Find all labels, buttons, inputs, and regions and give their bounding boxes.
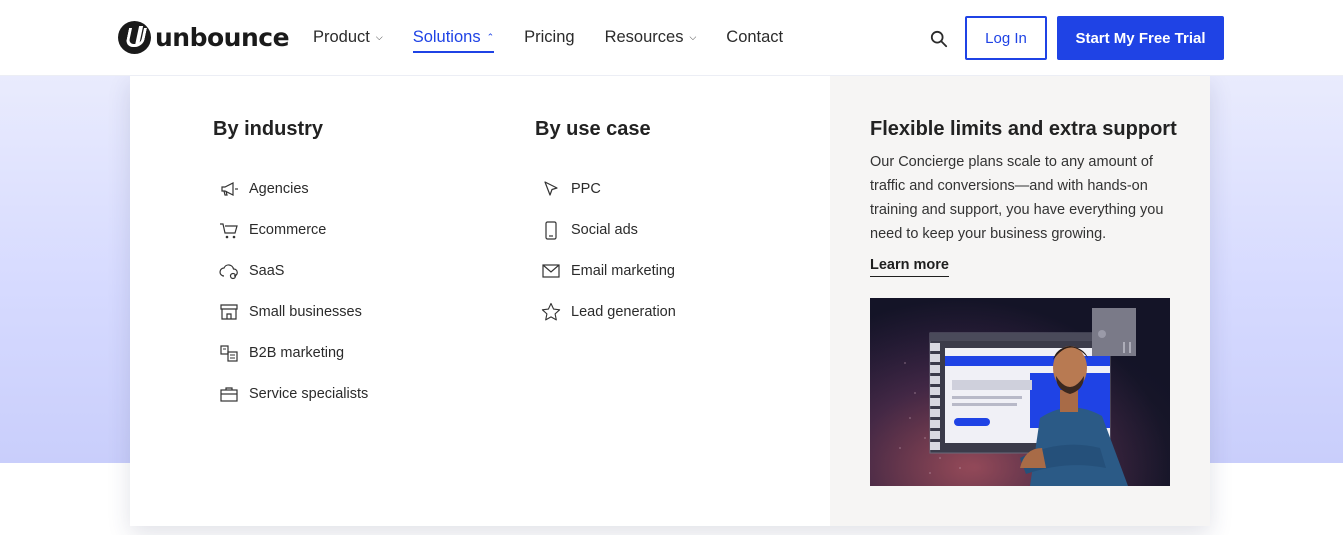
menu-item-service-specialists[interactable]: Service specialists	[213, 373, 368, 414]
star-icon	[541, 302, 561, 322]
brand-name: unbounce	[155, 22, 290, 52]
nav-pricing[interactable]: Pricing	[524, 26, 574, 48]
by-industry-heading: By industry	[213, 118, 324, 140]
menu-item-label: B2B marketing	[249, 344, 345, 361]
start-free-trial-button[interactable]: Start My Free Trial	[1057, 16, 1224, 60]
menu-item-label: SaaS	[249, 262, 285, 279]
chevron-up-icon: ⌃	[486, 31, 495, 42]
menu-item-small-businesses[interactable]: Small businesses	[213, 291, 368, 332]
menu-item-social-ads[interactable]: Social ads	[535, 209, 676, 250]
site-header: unbounce Product ⌵ Solutions ⌃ Pricing R…	[0, 0, 1343, 76]
learn-more-link[interactable]: Learn more	[870, 257, 949, 277]
menu-item-label: Small businesses	[249, 303, 362, 320]
menu-item-email-marketing[interactable]: Email marketing	[535, 250, 676, 291]
buildings-icon	[219, 343, 239, 363]
promo-title: Flexible limits and extra support	[870, 118, 1177, 140]
nav-product-label: Product	[313, 27, 370, 46]
nav-contact[interactable]: Contact	[726, 26, 783, 48]
cart-icon	[219, 220, 239, 240]
promo-description: Our Concierge plans scale to any amount …	[870, 154, 1164, 242]
storefront-icon	[219, 302, 239, 322]
menu-item-agencies[interactable]: Agencies	[213, 168, 368, 209]
megaphone-icon	[219, 179, 239, 199]
menu-item-label: Ecommerce	[249, 221, 327, 238]
by-industry-column: By industry Agencies Ecommerce SaaS Smal…	[213, 118, 368, 414]
unbounce-logo[interactable]: unbounce	[118, 20, 290, 54]
briefcase-icon	[219, 384, 239, 404]
menu-item-label: Agencies	[249, 180, 309, 197]
menu-item-label: Social ads	[571, 221, 638, 238]
chevron-down-icon: ⌵	[689, 31, 697, 42]
promo-image	[870, 298, 1170, 486]
menu-item-label: Service specialists	[249, 385, 369, 402]
nav-resources-label: Resources	[604, 27, 684, 46]
nav-product[interactable]: Product ⌵	[313, 26, 383, 48]
nav-pricing-label: Pricing	[524, 27, 575, 46]
phone-icon	[541, 220, 561, 240]
login-button[interactable]: Log In	[965, 16, 1047, 60]
menu-item-b2b-marketing[interactable]: B2B marketing	[213, 332, 368, 373]
search-icon[interactable]	[930, 30, 948, 48]
chevron-down-icon: ⌵	[375, 31, 383, 42]
menu-item-label: Lead generation	[571, 303, 676, 320]
menu-item-label: Email marketing	[571, 262, 675, 279]
menu-item-saas[interactable]: SaaS	[213, 250, 368, 291]
by-use-case-heading: By use case	[535, 118, 651, 140]
by-use-case-column: By use case PPC Social ads Email marketi…	[535, 118, 676, 332]
solutions-mega-menu: By industry Agencies Ecommerce SaaS Smal…	[130, 76, 1210, 526]
nav-contact-label: Contact	[726, 27, 784, 46]
nav-solutions-label: Solutions	[412, 27, 481, 46]
nav-solutions[interactable]: Solutions ⌃	[412, 26, 495, 53]
cursor-icon	[541, 179, 561, 199]
menu-item-ppc[interactable]: PPC	[535, 168, 676, 209]
cloud-gear-icon	[219, 261, 239, 281]
concierge-promo-panel: Flexible limits and extra support Our Co…	[830, 76, 1210, 526]
promo-illustration	[870, 298, 1170, 486]
main-nav: Product ⌵ Solutions ⌃ Pricing Resources …	[313, 26, 783, 53]
menu-item-lead-generation[interactable]: Lead generation	[535, 291, 676, 332]
envelope-icon	[541, 261, 561, 281]
menu-item-ecommerce[interactable]: Ecommerce	[213, 209, 368, 250]
menu-item-label: PPC	[571, 180, 601, 197]
nav-resources[interactable]: Resources ⌵	[605, 26, 697, 48]
unbounce-logo-icon	[118, 20, 151, 54]
